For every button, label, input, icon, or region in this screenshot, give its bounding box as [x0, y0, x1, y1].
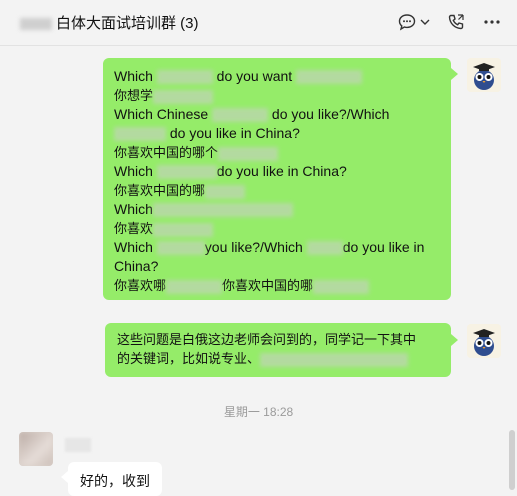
redacted-text	[153, 89, 214, 104]
redacted-text	[212, 108, 269, 123]
redacted-sender-name	[65, 438, 91, 452]
bubble-tail	[451, 334, 458, 346]
redacted-text	[260, 352, 409, 367]
chat-area[interactable]: Which do you want 你想学 Which Chinese do y…	[0, 46, 517, 496]
avatar[interactable]	[467, 58, 501, 92]
chat-bubble-icon[interactable]	[397, 12, 417, 32]
avatar[interactable]	[467, 324, 501, 358]
owl-avatar-icon	[467, 324, 501, 358]
phone-icon[interactable]	[446, 12, 466, 32]
more-icon[interactable]	[482, 12, 502, 32]
message-bubble-outgoing[interactable]: 这些问题是白俄这边老师会问到的，同学记一下其中 的关键词，比如说专业、	[105, 323, 451, 377]
owl-avatar-icon	[467, 58, 501, 92]
redacted-name	[20, 18, 52, 31]
redacted-text	[166, 279, 223, 294]
redacted-text	[156, 70, 213, 85]
redacted-text	[306, 241, 343, 256]
message-timestamp: 星期一 18:28	[223, 405, 294, 419]
redacted-text	[296, 70, 363, 85]
redacted-text	[313, 279, 370, 294]
scrollbar[interactable]	[509, 430, 515, 490]
redacted-text	[218, 146, 279, 161]
redacted-text	[153, 222, 214, 237]
redacted-text	[205, 184, 246, 199]
message-bubble-outgoing[interactable]: Which do you want 你想学 Which Chinese do y…	[103, 58, 451, 300]
sender-avatar[interactable]	[19, 432, 53, 466]
chat-title: 白体大面试培训群 (3)	[20, 12, 199, 33]
redacted-text	[156, 241, 205, 256]
chat-header: 白体大面试培训群 (3)	[0, 0, 517, 46]
redacted-avatar	[19, 432, 53, 466]
chevron-down-icon[interactable]	[419, 12, 431, 32]
redacted-text	[156, 165, 217, 180]
redacted-text	[152, 203, 293, 218]
message-bubble-incoming[interactable]: 好的，收到	[68, 462, 162, 496]
redacted-text	[114, 127, 166, 142]
bubble-tail	[61, 471, 68, 483]
bubble-tail	[451, 68, 458, 80]
